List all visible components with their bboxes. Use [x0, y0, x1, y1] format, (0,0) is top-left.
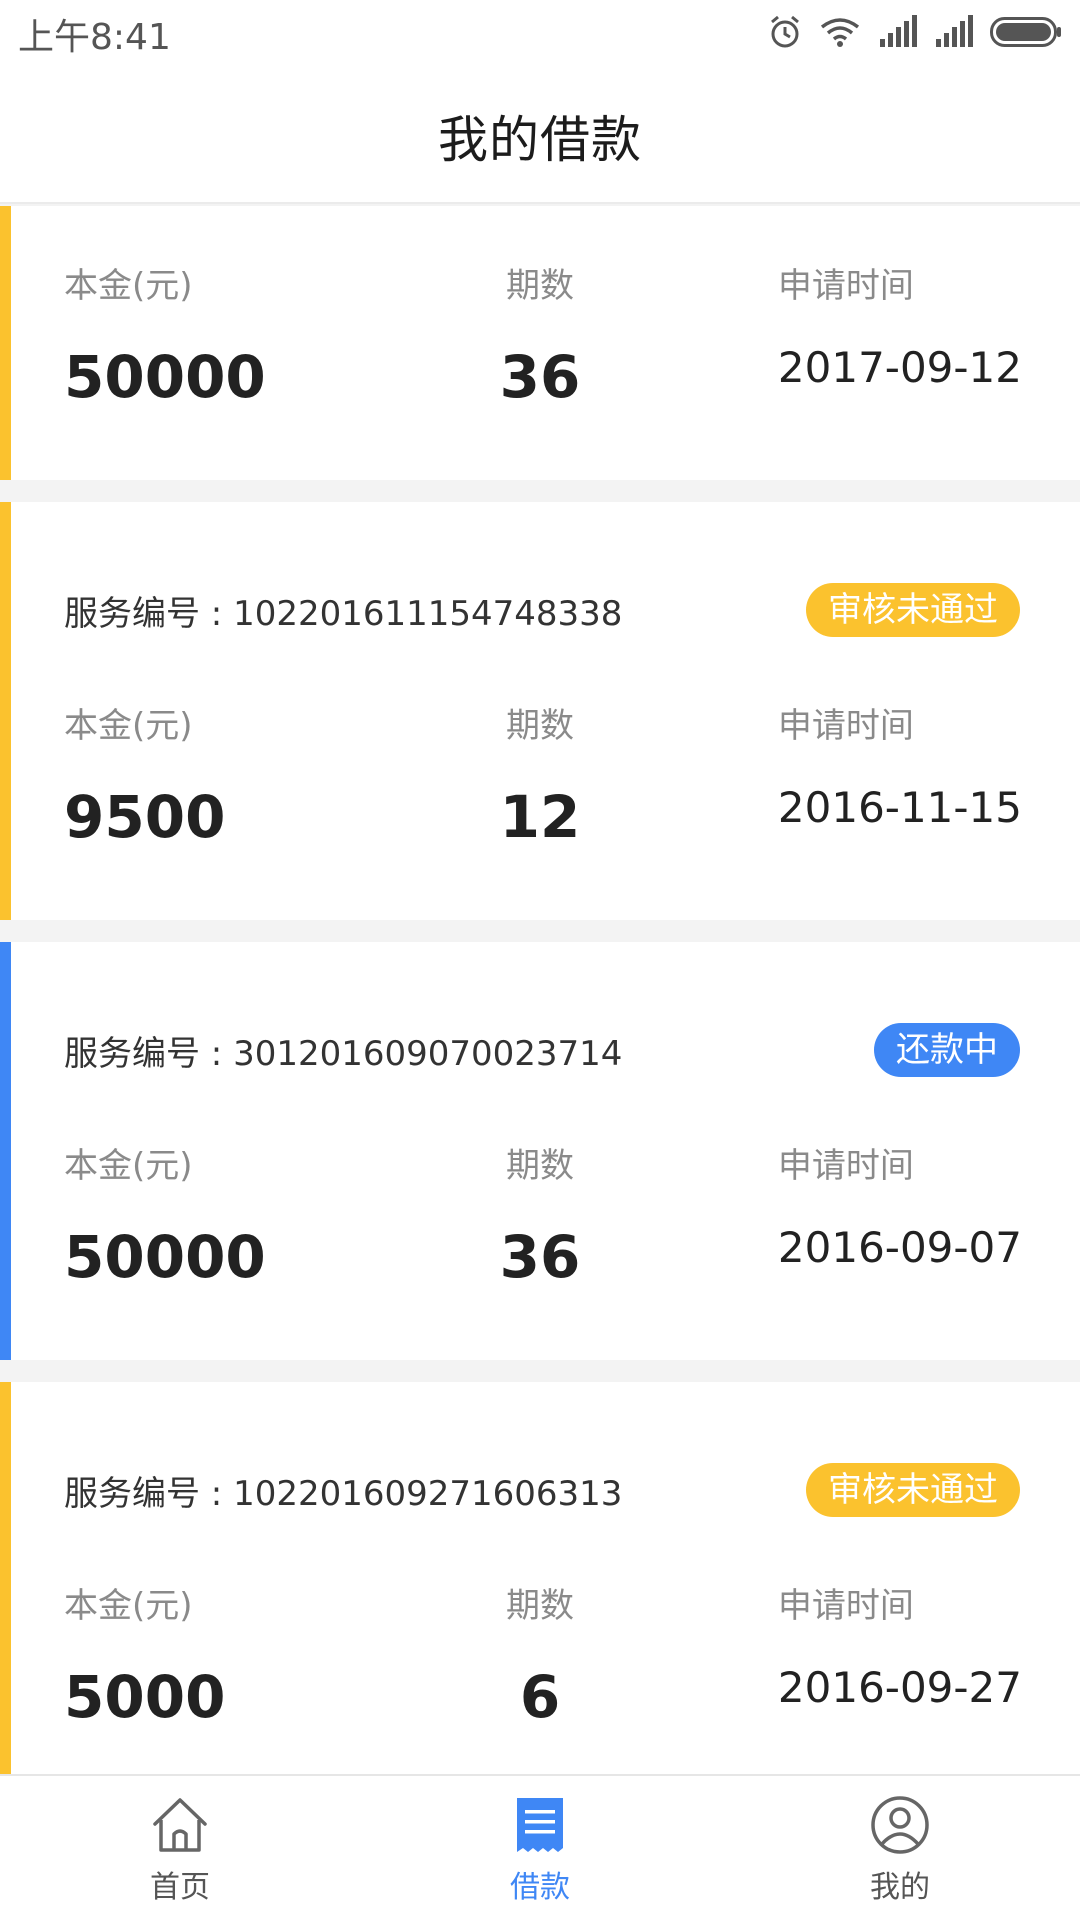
status-badge: 审核未通过 [806, 1463, 1020, 1517]
apply-time-block: 申请时间 2016-09-07 [778, 1138, 1022, 1272]
tab-loans[interactable]: 借款 [440, 1794, 640, 1906]
signal-icon [880, 15, 917, 47]
loan-metrics: 本金(元) 50000 期数 36 申请时间 2017-09-12 [0, 258, 1080, 418]
tab-home[interactable]: 首页 [80, 1794, 280, 1906]
status-badge: 还款中 [874, 1023, 1020, 1077]
service-row: 服务编号 : 102201611154748338 审核未通过 [64, 582, 1020, 638]
loan-card[interactable]: 服务编号 : 102201609271606313 审核未通过 本金(元) 50… [0, 1382, 1080, 1800]
service-number: 服务编号 : 102201611154748338 [64, 593, 623, 634]
header: 我的借款 [0, 62, 1080, 204]
apply-time-label: 申请时间 [777, 1146, 914, 1186]
loan-metrics: 本金(元) 5000 期数 6 申请时间 2016-09-27 [0, 1578, 1080, 1738]
loan-metrics: 本金(元) 9500 期数 12 申请时间 2016-11-15 [0, 698, 1080, 858]
home-icon [153, 1798, 207, 1852]
service-number: 服务编号 : 102201609271606313 [64, 1473, 623, 1514]
service-number: 服务编号 : 301201609070023714 [64, 1033, 623, 1074]
battery-icon [990, 17, 1061, 47]
loan-metrics: 本金(元) 50000 期数 36 申请时间 2016-09-07 [0, 1138, 1080, 1298]
apply-time-block: 申请时间 2016-11-15 [778, 698, 1022, 832]
signal-icon [936, 15, 973, 47]
document-icon [517, 1798, 563, 1852]
apply-time-value: 2017-09-12 [777, 343, 1022, 392]
loan-list: 本金(元) 50000 期数 36 申请时间 2017-09-12 服务编号 :… [0, 206, 1080, 1822]
tab-label: 借款 [510, 1870, 570, 1905]
status-badge: 审核未通过 [806, 583, 1020, 637]
status-icons [768, 12, 1062, 52]
tab-label: 我的 [870, 1870, 930, 1905]
apply-time-block: 申请时间 2017-09-12 [778, 258, 1022, 392]
tab-mine[interactable]: 我的 [800, 1794, 1000, 1906]
service-row: 服务编号 : 102201609271606313 审核未通过 [64, 1462, 1020, 1518]
apply-time-value: 2016-09-27 [777, 1663, 1022, 1712]
loan-card[interactable]: 本金(元) 50000 期数 36 申请时间 2017-09-12 [0, 206, 1080, 480]
apply-time-label: 申请时间 [777, 266, 914, 306]
apply-time-label: 申请时间 [777, 706, 914, 746]
page-title: 我的借款 [438, 111, 642, 169]
apply-time-value: 2016-11-15 [777, 783, 1022, 832]
tab-label: 首页 [150, 1870, 210, 1905]
apply-time-block: 申请时间 2016-09-27 [778, 1578, 1022, 1712]
wifi-icon [820, 18, 860, 47]
apply-time-label: 申请时间 [777, 1586, 914, 1626]
loan-card[interactable]: 服务编号 : 102201611154748338 审核未通过 本金(元) 95… [0, 502, 1080, 920]
status-bar: 上午8:41 [0, 0, 1080, 62]
loan-card[interactable]: 服务编号 : 301201609070023714 还款中 本金(元) 5000… [0, 942, 1080, 1360]
user-icon [871, 1796, 929, 1854]
service-row: 服务编号 : 301201609070023714 还款中 [64, 1022, 1020, 1078]
tab-bar: 首页 借款 我的 [0, 1774, 1080, 1920]
apply-time-value: 2016-09-07 [777, 1223, 1022, 1272]
status-time: 上午8:41 [18, 17, 171, 58]
alarm-icon [771, 15, 799, 48]
